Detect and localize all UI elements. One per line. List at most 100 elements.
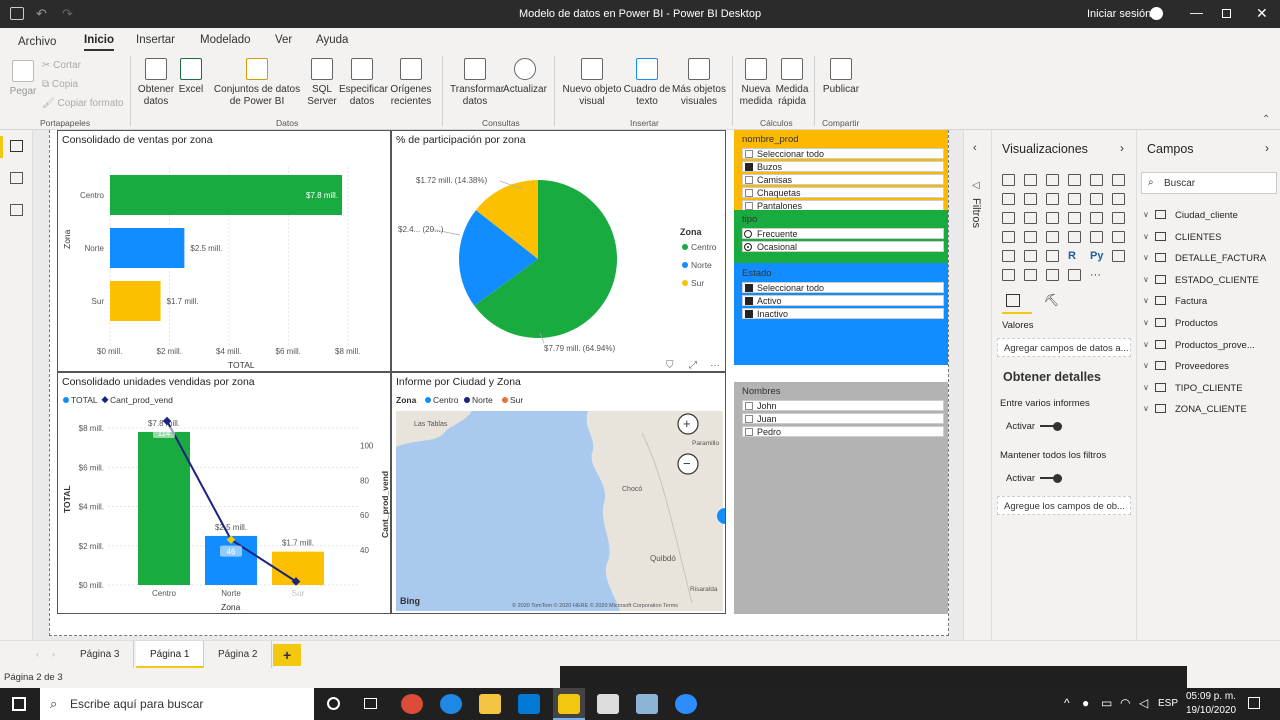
card-icon[interactable] — [1068, 231, 1081, 243]
narrative-icon[interactable] — [1046, 269, 1059, 281]
tab-pagina-1[interactable]: Página 1 — [136, 641, 205, 669]
field-table-ciudad-cliente[interactable]: ∨ Ciudad_cliente — [1137, 210, 1280, 226]
volume-icon[interactable]: ◁ — [1139, 696, 1148, 710]
user-avatar[interactable] — [1150, 7, 1163, 20]
pbi-datasets-button[interactable]: Conjuntos de datos de Power BI — [207, 58, 307, 108]
kpi-icon[interactable] — [1112, 231, 1125, 243]
fields-search-input[interactable]: ⌕ Buscar — [1141, 172, 1277, 194]
menu-archivo[interactable]: Archivo — [18, 36, 56, 48]
chevron-down-icon[interactable]: ∨ — [1143, 296, 1149, 305]
slicer-tipo[interactable]: tipo Frecuente Ocasional — [734, 210, 948, 263]
menu-modelado[interactable]: Modelado — [200, 34, 251, 46]
task-view-icon[interactable] — [364, 698, 377, 709]
clustered-bar-icon[interactable] — [1046, 174, 1059, 186]
fields-well-icon[interactable] — [1006, 294, 1020, 307]
chevron-down-icon[interactable]: ∨ — [1143, 318, 1149, 327]
slicer-item[interactable]: Inactivo — [742, 308, 944, 319]
enter-data-button[interactable]: Especificar datos — [339, 58, 388, 108]
qa-icon[interactable] — [1024, 269, 1037, 281]
slicer-item[interactable]: Activo — [742, 295, 944, 306]
refresh-button[interactable]: Actualizar — [503, 58, 547, 96]
tab-pagina-3[interactable]: Página 3 — [66, 641, 135, 669]
get-data-button[interactable]: Obtener datos — [137, 58, 175, 108]
filters-pane[interactable]: ‹ ◁ Filtros — [963, 130, 991, 668]
100-column-icon[interactable] — [1112, 174, 1125, 186]
tab-pagina-2[interactable]: Página 2 — [204, 641, 273, 669]
slicer-item[interactable]: Buzos — [742, 161, 944, 172]
r-visual-icon[interactable]: R — [1068, 250, 1081, 262]
chevron-down-icon[interactable]: ∨ — [1143, 275, 1149, 284]
field-table-zona-cliente[interactable]: ∨ ZONA_CLIENTE — [1137, 404, 1280, 420]
filled-map-icon[interactable] — [1024, 231, 1037, 243]
slicer-item[interactable]: Camisas — [742, 174, 944, 185]
model-view-icon[interactable] — [10, 204, 23, 216]
stacked-bar-icon[interactable] — [1002, 174, 1015, 186]
field-table-productos-prove-[interactable]: ∨ Productos_prove... — [1137, 339, 1280, 356]
add-page-button[interactable]: + — [273, 644, 302, 666]
funnel-icon[interactable] — [1024, 212, 1037, 224]
chevron-down-icon[interactable]: ∨ — [1143, 232, 1149, 241]
slicer-item[interactable]: John — [742, 400, 944, 411]
slicer-item[interactable]: Chaquetas — [742, 187, 944, 198]
language-indicator[interactable]: ESP — [1158, 698, 1178, 709]
stacked-column-icon[interactable] — [1024, 174, 1037, 186]
signin-link[interactable]: Iniciar sesión — [1087, 8, 1151, 20]
bar-centro[interactable] — [138, 431, 190, 585]
notifications-icon[interactable] — [1248, 697, 1260, 709]
chrome-icon[interactable] — [401, 694, 423, 714]
gauge-icon[interactable] — [1046, 231, 1059, 243]
chevron-down-icon[interactable]: ∨ — [1143, 340, 1149, 349]
transform-data-button[interactable]: Transformar datos — [450, 58, 504, 108]
prev-page-icon[interactable]: ‹ — [36, 649, 39, 659]
menu-ayuda[interactable]: Ayuda — [316, 34, 348, 46]
excel-button[interactable]: Excel — [178, 58, 204, 96]
taskbar-search[interactable]: ⌕ Escribe aquí para buscar — [40, 688, 314, 720]
more-icon[interactable]: ··· — [1090, 269, 1103, 281]
slicer-nombre-prod[interactable]: nombre_prod Seleccionar todo Buzos Camis… — [734, 130, 948, 210]
pie-chart-participacion[interactable]: % de participación por zona $1.72 mill. … — [391, 130, 726, 372]
paste-button[interactable]: Pegar — [8, 60, 38, 98]
slicer-item[interactable]: Pantalones — [742, 200, 944, 210]
new-measure-button[interactable]: Nueva medida — [738, 58, 774, 108]
slicer-item[interactable]: Seleccionar todo — [742, 148, 944, 159]
menu-ver[interactable]: Ver — [275, 34, 292, 46]
edge-icon[interactable] — [440, 694, 462, 714]
slicer-item[interactable]: Juan — [742, 413, 944, 424]
table-icon[interactable] — [1024, 250, 1037, 262]
publish-button[interactable]: Publicar — [822, 58, 860, 96]
collapse-fields-icon[interactable]: › — [1265, 141, 1269, 155]
more-options-icon[interactable]: … — [710, 358, 720, 369]
line-column-icon[interactable] — [1068, 193, 1081, 205]
slicer-item[interactable]: Seleccionar todo — [742, 282, 944, 293]
slicer-item[interactable]: Pedro — [742, 426, 944, 437]
filter-icon[interactable]: ⛉ — [666, 360, 674, 371]
quick-measure-button[interactable]: Medida rápida — [774, 58, 810, 108]
field-table-proveedores[interactable]: ∨ Proveedores — [1137, 361, 1280, 377]
report-view-icon[interactable] — [10, 140, 23, 152]
waterfall-icon[interactable] — [1002, 212, 1015, 224]
zoom-icon[interactable] — [675, 694, 697, 714]
collapse-right-icon[interactable]: › — [1120, 141, 1124, 155]
textbox-button[interactable]: Cuadro de texto — [622, 58, 672, 108]
copy-button[interactable]: ⧉ Copia — [42, 79, 78, 91]
field-table-detalle-factura[interactable]: ∨ DETALLE_FACTURA — [1137, 253, 1280, 269]
map-ciudad-zona[interactable]: Informe por Ciudad y Zona Zona Centro No… — [391, 372, 726, 614]
format-paint-icon[interactable]: ⛏ — [1044, 293, 1059, 307]
recent-sources-button[interactable]: Orígenes recientes — [387, 58, 435, 108]
mic-icon[interactable]: ● — [1082, 696, 1089, 710]
wifi-icon[interactable]: ◠ — [1120, 696, 1130, 710]
more-visuals-button[interactable]: Más objetos visuales — [672, 58, 726, 108]
decomp-tree-icon[interactable] — [1002, 269, 1015, 281]
next-page-icon[interactable]: › — [52, 649, 55, 659]
bar-sur[interactable] — [110, 281, 161, 321]
bar-chart-ventas[interactable]: Consolidado de ventas por zona Zona TOTA… — [57, 130, 391, 372]
cut-button[interactable]: ✂ Cortar — [42, 60, 81, 72]
chevron-down-icon[interactable]: ∨ — [1143, 361, 1149, 370]
data-view-icon[interactable] — [10, 172, 23, 184]
field-table-productos[interactable]: ∨ Productos — [1137, 318, 1280, 334]
chevron-down-icon[interactable]: ∨ — [1143, 210, 1149, 219]
matrix-icon[interactable] — [1046, 250, 1059, 262]
slicer-item[interactable]: Frecuente — [742, 228, 944, 239]
minimize-icon[interactable]: — — [1190, 5, 1203, 20]
network-icon[interactable]: ▭ — [1101, 696, 1112, 710]
